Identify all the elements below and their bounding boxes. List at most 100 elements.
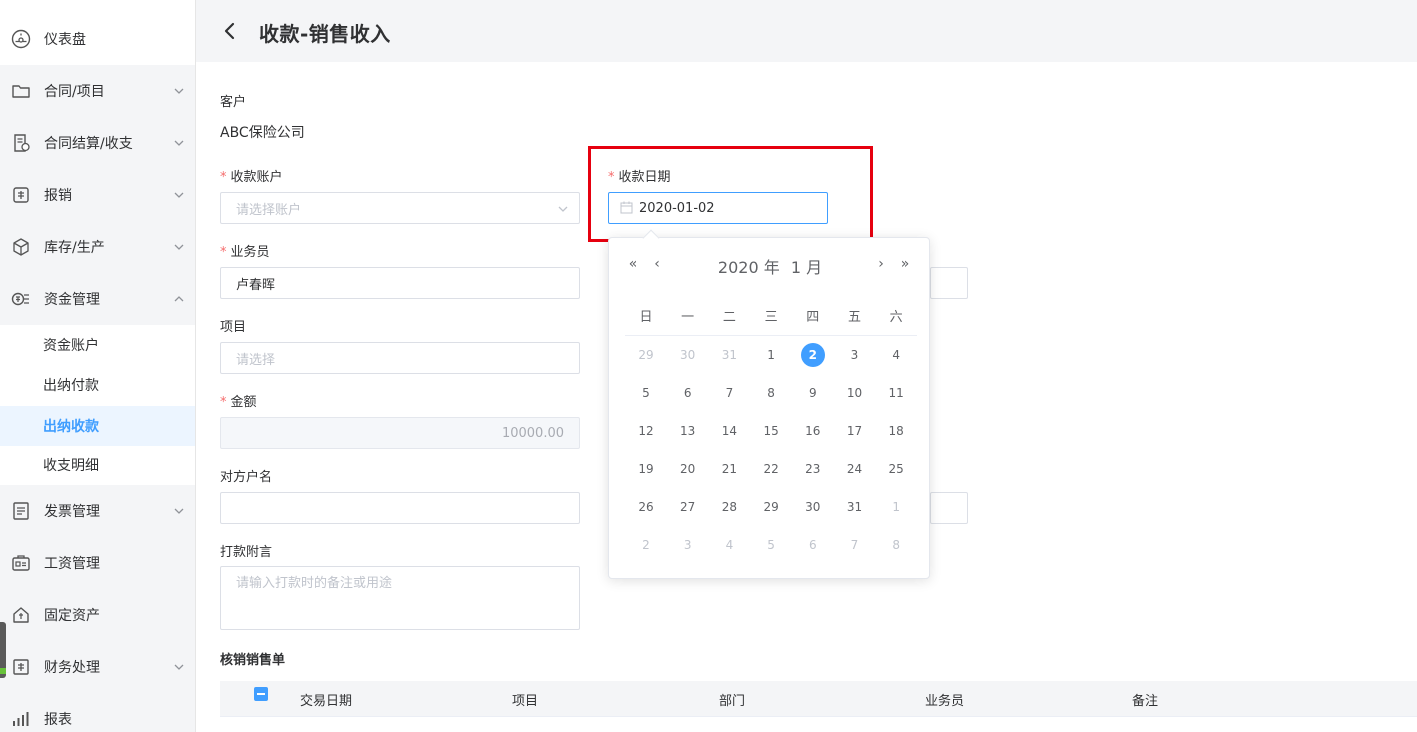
day-cell[interactable]: 20 bbox=[667, 450, 709, 488]
day-cell[interactable]: 18 bbox=[875, 412, 917, 450]
day-cell[interactable]: 15 bbox=[750, 412, 792, 450]
back-arrow-icon[interactable] bbox=[220, 20, 240, 42]
day-cell[interactable]: 7 bbox=[834, 526, 876, 564]
day-number: 11 bbox=[888, 386, 904, 400]
day-cell[interactable]: 28 bbox=[708, 488, 750, 526]
receipt-icon bbox=[13, 187, 29, 203]
chevron-down-icon bbox=[174, 192, 184, 198]
right-column-input[interactable] bbox=[930, 267, 968, 299]
day-cell[interactable]: 30 bbox=[667, 336, 709, 374]
day-cell[interactable]: 24 bbox=[834, 450, 876, 488]
section-title: 核销销售单 bbox=[220, 653, 286, 668]
project-label: 项目 bbox=[220, 320, 247, 335]
day-cell[interactable]: 23 bbox=[792, 450, 834, 488]
day-cell[interactable]: 19 bbox=[625, 450, 667, 488]
day-cell[interactable]: 6 bbox=[792, 526, 834, 564]
sidebar-item-contracts[interactable]: 合同/项目 bbox=[0, 65, 195, 117]
day-cell[interactable]: 31 bbox=[708, 336, 750, 374]
day-cell[interactable]: 1 bbox=[750, 336, 792, 374]
next-month-button[interactable]: › bbox=[873, 256, 889, 272]
day-number: 29 bbox=[638, 348, 654, 362]
sidebar-item-fixed-assets[interactable]: 固定资产 bbox=[0, 589, 195, 641]
day-cell[interactable]: 26 bbox=[625, 488, 667, 526]
day-cell[interactable]: 4 bbox=[708, 526, 750, 564]
sidebar-item-accounting[interactable]: 财务处理 bbox=[0, 641, 195, 693]
day-cell[interactable]: 3 bbox=[834, 336, 876, 374]
funds-icon bbox=[11, 292, 29, 306]
next-year-button[interactable]: » bbox=[897, 256, 913, 272]
day-number: 13 bbox=[680, 424, 696, 438]
account-select[interactable]: 请选择账户 bbox=[220, 192, 580, 224]
day-cell[interactable]: 25 bbox=[875, 450, 917, 488]
box-icon bbox=[13, 238, 29, 256]
day-cell[interactable]: 12 bbox=[625, 412, 667, 450]
sidebar-item-inventory[interactable]: 库存/生产 bbox=[0, 221, 195, 273]
account-label: * 收款账户 bbox=[220, 166, 283, 185]
date-input[interactable]: 2020-01-02 bbox=[608, 192, 828, 224]
required-mark: * bbox=[608, 170, 615, 185]
sidebar-subitem-cashier-payments[interactable]: 出纳付款 bbox=[0, 365, 195, 405]
day-number: 7 bbox=[725, 386, 734, 400]
day-cell[interactable]: 27 bbox=[667, 488, 709, 526]
day-cell[interactable]: 17 bbox=[834, 412, 876, 450]
day-number: 2 bbox=[642, 538, 650, 552]
day-cell-selected[interactable]: 2 bbox=[792, 336, 834, 374]
day-cell[interactable]: 10 bbox=[834, 374, 876, 412]
day-cell[interactable]: 5 bbox=[750, 526, 792, 564]
sidebar-item-dashboard[interactable]: 仪表盘 bbox=[0, 13, 195, 65]
sidebar-item-settlement[interactable]: 合同结算/收支 bbox=[0, 117, 195, 169]
day-cell[interactable]: 9 bbox=[792, 374, 834, 412]
day-cell[interactable]: 22 bbox=[750, 450, 792, 488]
sidebar-item-reimbursement[interactable]: 报销 bbox=[0, 169, 195, 221]
day-cell[interactable]: 11 bbox=[875, 374, 917, 412]
day-cell[interactable]: 31 bbox=[834, 488, 876, 526]
scroll-indicator[interactable] bbox=[0, 622, 6, 678]
day-number: 1 bbox=[767, 348, 775, 362]
day-cell[interactable]: 29 bbox=[750, 488, 792, 526]
note-textarea[interactable]: 请输入打款时的备注或用途 bbox=[220, 566, 580, 630]
day-cell[interactable]: 2 bbox=[625, 526, 667, 564]
select-all-checkbox[interactable] bbox=[254, 687, 268, 701]
day-number: 18 bbox=[888, 424, 904, 438]
payer-name-label: 对方户名 bbox=[220, 470, 273, 485]
sidebar-item-reports[interactable]: 报表 bbox=[0, 693, 195, 732]
day-cell[interactable]: 6 bbox=[667, 374, 709, 412]
day-number: 24 bbox=[846, 462, 863, 476]
sidebar-subitem-fund-accounts[interactable]: 资金账户 bbox=[0, 325, 195, 365]
salesperson-input[interactable]: 卢春晖 bbox=[220, 267, 580, 299]
popup-arrow bbox=[642, 229, 660, 247]
day-cell[interactable]: 13 bbox=[667, 412, 709, 450]
payer-name-input[interactable] bbox=[220, 492, 580, 524]
sidebar-item-payroll[interactable]: 工资管理 bbox=[0, 537, 195, 589]
sidebar-subitem-income-expense-details[interactable]: 收支明细 bbox=[0, 445, 195, 485]
day-cell[interactable]: 3 bbox=[667, 526, 709, 564]
app-root: 仪表盘 合同/项目 合同结算/收支 报销 库存/生产 资金管理 资金账户 出纳付… bbox=[0, 0, 1417, 732]
day-cell[interactable]: 30 bbox=[792, 488, 834, 526]
day-cell[interactable]: 7 bbox=[708, 374, 750, 412]
weekday-label: 二 bbox=[722, 310, 736, 325]
day-cell[interactable]: 14 bbox=[708, 412, 750, 450]
month-label[interactable]: 1 月 bbox=[791, 258, 822, 277]
folder-icon bbox=[12, 85, 30, 98]
day-cell[interactable]: 4 bbox=[875, 336, 917, 374]
project-select[interactable]: 请选择 bbox=[220, 342, 580, 374]
sidebar-subitem-cashier-receipts[interactable]: 出纳收款 bbox=[0, 406, 195, 446]
customer-label: 客户 bbox=[220, 95, 247, 110]
day-cell[interactable]: 1 bbox=[875, 488, 917, 526]
day-cell[interactable]: 5 bbox=[625, 374, 667, 412]
day-cell[interactable]: 8 bbox=[750, 374, 792, 412]
day-cell[interactable]: 21 bbox=[708, 450, 750, 488]
salesperson-value: 卢春晖 bbox=[236, 277, 276, 293]
dashboard-icon bbox=[11, 29, 31, 49]
day-cell[interactable]: 16 bbox=[792, 412, 834, 450]
sidebar-item-invoices[interactable]: 发票管理 bbox=[0, 485, 195, 537]
year-label[interactable]: 2020 年 bbox=[718, 258, 780, 277]
day-number: 21 bbox=[721, 462, 738, 476]
salesperson-label-text: 业务员 bbox=[230, 245, 270, 260]
day-cell[interactable]: 29 bbox=[625, 336, 667, 374]
day-number: 1 bbox=[892, 500, 900, 514]
day-number: 4 bbox=[892, 348, 900, 362]
right-column-input[interactable] bbox=[930, 492, 968, 524]
day-cell[interactable]: 8 bbox=[875, 526, 917, 564]
sidebar-item-funds[interactable]: 资金管理 bbox=[0, 273, 195, 325]
